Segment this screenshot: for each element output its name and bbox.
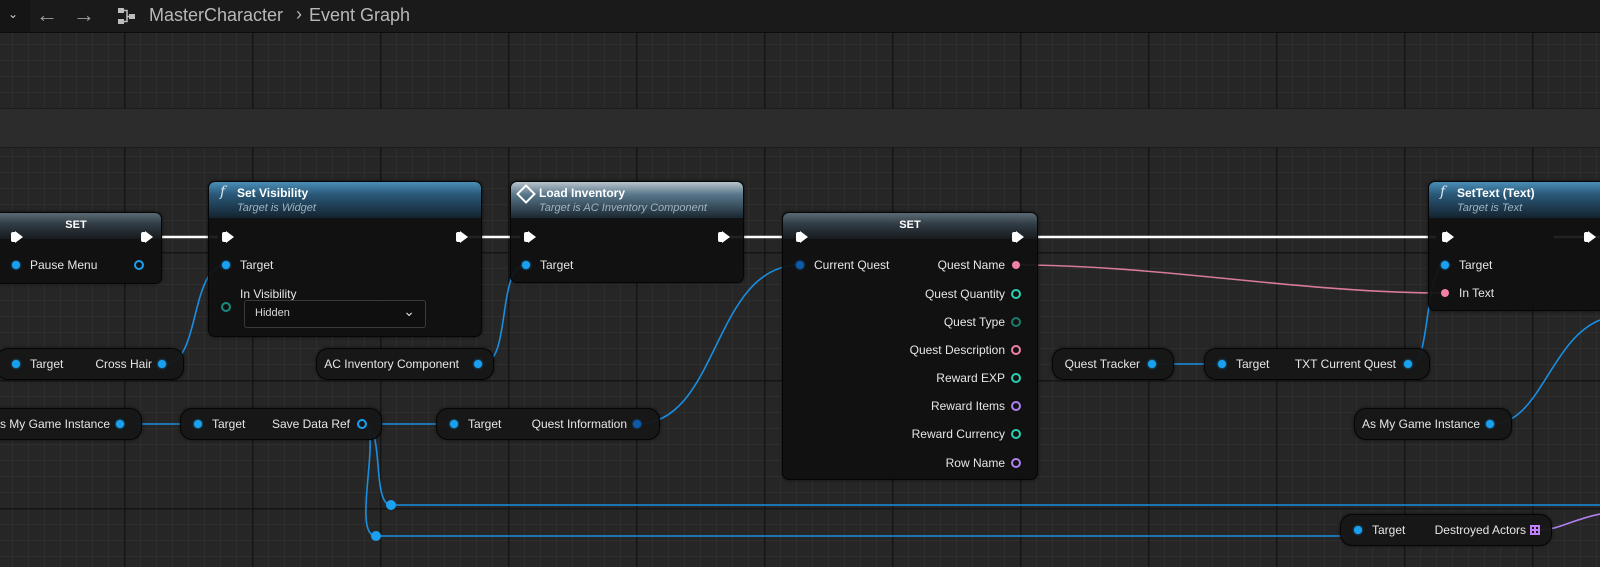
pin-label: Quest Tracker — [1064, 357, 1140, 371]
pin-label: Target — [1372, 523, 1406, 537]
pin-label: Current Quest — [814, 258, 890, 272]
pin-label: Quest Information — [531, 417, 627, 431]
node-subtitle: Target is AC Inventory Component — [539, 202, 707, 214]
back-arrow-button[interactable]: ← — [36, 3, 58, 27]
output-label-row-name: Row Name — [945, 456, 1005, 470]
pin-label: Destroyed Actors — [1434, 523, 1526, 537]
pin-target[interactable] — [450, 420, 458, 428]
pin-reward-currency[interactable] — [1011, 429, 1021, 439]
node-title: SET — [899, 219, 921, 231]
chevron-down-icon: ⌄ — [8, 7, 19, 21]
reroute-node[interactable] — [371, 531, 381, 541]
pin-txt-current-quest-out[interactable] — [1404, 360, 1412, 368]
exec-input-pin[interactable] — [222, 231, 234, 243]
output-label-quest-type: Quest Type — [943, 315, 1005, 329]
pin-label: In Visibility — [240, 287, 297, 301]
pin-label: Target — [212, 417, 246, 431]
pin-label: In Text — [1459, 286, 1495, 300]
pin-pause-menu-in[interactable] — [12, 261, 20, 269]
output-label-quest-description: Quest Description — [909, 343, 1005, 357]
output-label-quest-name: Quest Name — [937, 258, 1005, 272]
pin-target[interactable] — [1354, 526, 1362, 534]
node-title: SetText (Text) — [1457, 186, 1535, 200]
pin-label: As My Game Instance — [1361, 417, 1480, 431]
pin-target[interactable] — [1441, 261, 1449, 269]
breadcrumb-event-graph[interactable]: Event Graph — [309, 5, 410, 26]
exec-input-pin[interactable] — [524, 231, 536, 243]
pin-quest-type[interactable] — [1011, 317, 1021, 327]
pin-quest-information-out[interactable] — [633, 420, 641, 428]
pin-label: AC Inventory Component — [324, 357, 459, 371]
exec-output-pin[interactable] — [718, 231, 730, 243]
pin-quest-tracker-out[interactable] — [1148, 360, 1156, 368]
pin-reward-items[interactable] — [1011, 401, 1021, 411]
output-label-reward-currency: Reward Currency — [911, 427, 1005, 441]
node-subtitle: Target is Widget — [237, 202, 316, 214]
graph-toolbar: ⌄ ← → MasterCharacter › Event Graph — [0, 0, 1600, 33]
exec-output-pin[interactable] — [1584, 231, 1596, 243]
pin-target[interactable] — [1218, 360, 1226, 368]
exec-output-pin[interactable] — [1012, 231, 1024, 243]
pin-game-instance-out[interactable] — [116, 420, 124, 428]
pin-label: Target — [240, 258, 274, 272]
output-label-reward-items: Reward Items — [930, 399, 1005, 413]
pin-label: Target — [1236, 357, 1270, 371]
exec-output-pin[interactable] — [456, 231, 468, 243]
toolbar-menu-toggle[interactable]: ⌄ — [0, 0, 30, 32]
output-label-quest-quantity: Quest Quantity — [924, 287, 1005, 301]
exec-output-pin[interactable] — [141, 231, 153, 243]
pin-target[interactable] — [522, 261, 530, 269]
pin-in-visibility[interactable] — [221, 302, 231, 312]
pin-label: TXT Current Quest — [1294, 357, 1396, 371]
pin-cross-hair-out[interactable] — [158, 360, 166, 368]
pin-target[interactable] — [12, 360, 20, 368]
node-title: Set Visibility — [237, 186, 309, 200]
function-icon: f — [220, 184, 226, 200]
pin-label: Pause Menu — [30, 258, 98, 272]
node-title: SET — [65, 219, 87, 231]
pin-current-quest[interactable] — [796, 261, 804, 269]
pin-pause-menu-out[interactable] — [134, 260, 144, 270]
pin-label: Target — [540, 258, 574, 272]
function-icon: f — [1440, 184, 1446, 200]
pin-reward-exp[interactable] — [1011, 373, 1021, 383]
array-pin-icon[interactable] — [1530, 525, 1540, 535]
pin-label: Target — [30, 357, 64, 371]
exec-input-pin[interactable] — [796, 231, 808, 243]
forward-arrow-button[interactable]: → — [73, 3, 95, 27]
pin-game-instance-out[interactable] — [1486, 420, 1494, 428]
dropdown-value: Hidden — [255, 307, 290, 319]
pin-ac-inventory-out[interactable] — [474, 360, 482, 368]
pin-row-name[interactable] — [1011, 458, 1021, 468]
pin-in-text[interactable] — [1441, 289, 1449, 297]
pin-label: As My Game Instance — [0, 417, 110, 431]
pin-quest-description[interactable] — [1011, 345, 1021, 355]
exec-input-pin[interactable] — [11, 231, 23, 243]
exec-input-pin[interactable] — [1442, 231, 1454, 243]
node-subtitle: Target is Text — [1457, 202, 1523, 214]
pin-target[interactable] — [194, 420, 202, 428]
pin-label: Save Data Ref — [271, 417, 350, 431]
pin-label: Cross Hair — [95, 357, 152, 371]
reroute-node[interactable] — [386, 500, 396, 510]
set-pause-menu-node[interactable]: SET — [0, 212, 162, 284]
breadcrumb-separator: › — [296, 4, 302, 24]
blueprint-graph-icon — [118, 8, 135, 24]
pin-quest-quantity[interactable] — [1011, 289, 1021, 299]
pin-save-data-ref-out[interactable] — [357, 419, 367, 429]
breadcrumb-mastercharacter[interactable]: MasterCharacter — [149, 5, 283, 26]
node-title: Load Inventory — [539, 186, 626, 200]
chevron-down-icon: ⌄ — [403, 303, 415, 319]
cross-hair-getter-node[interactable] — [0, 348, 184, 380]
settext-node[interactable]: f SetText (Text) Target is Text — [1428, 181, 1600, 311]
pin-quest-name[interactable] — [1012, 261, 1020, 269]
output-label-reward-exp: Reward EXP — [936, 371, 1005, 385]
pin-label: Target — [468, 417, 502, 431]
pin-label: Target — [1459, 258, 1493, 272]
pin-target[interactable] — [222, 261, 230, 269]
visibility-dropdown[interactable]: Hidden ⌄ — [244, 300, 426, 328]
